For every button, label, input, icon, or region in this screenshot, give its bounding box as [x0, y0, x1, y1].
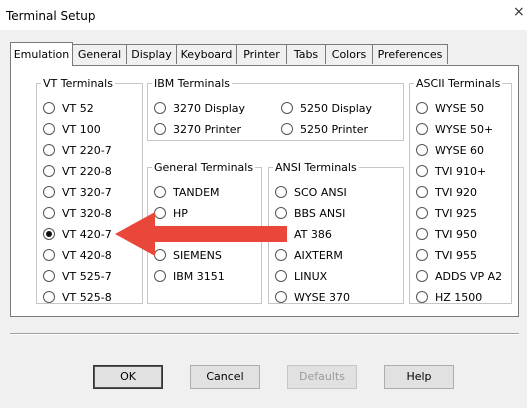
radio-vt-220-8[interactable]: VT 220-8: [43, 163, 112, 179]
radio-circle[interactable]: [43, 123, 55, 135]
radio-circle[interactable]: [416, 270, 428, 282]
ansi-terminals-legend: ANSI Terminals: [275, 161, 357, 174]
radio-circle[interactable]: [416, 123, 428, 135]
radio-circle[interactable]: [416, 207, 428, 219]
close-icon[interactable]: ×: [513, 4, 527, 20]
radio-5250-display[interactable]: 5250 Display: [281, 100, 372, 116]
radio-tvi-910-plus[interactable]: TVI 910+: [416, 163, 486, 179]
emulation-panel: VT Terminals VT 52 VT 100 VT 220-7 VT 22…: [10, 65, 519, 317]
radio-hz-1500[interactable]: HZ 1500: [416, 289, 482, 305]
tab-tabs[interactable]: Tabs: [286, 44, 326, 64]
radio-ibm-3151[interactable]: IBM 3151: [154, 268, 225, 284]
radio-circle[interactable]: [43, 291, 55, 303]
radio-circle[interactable]: [43, 165, 55, 177]
radio-linux[interactable]: LINUX: [275, 268, 327, 284]
radio-circle[interactable]: [43, 270, 55, 282]
tab-preferences[interactable]: Preferences: [372, 44, 448, 64]
tab-keyboard[interactable]: Keyboard: [176, 44, 237, 64]
ok-button[interactable]: OK: [93, 365, 163, 389]
radio-vt-220-7[interactable]: VT 220-7: [43, 142, 112, 158]
radio-circle[interactable]: [275, 270, 287, 282]
ascii-terminals-group: ASCII Terminals WYSE 50 WYSE 50+ WYSE 60…: [409, 77, 512, 304]
radio-circle[interactable]: [275, 291, 287, 303]
radio-circle[interactable]: [416, 102, 428, 114]
radio-circle[interactable]: [43, 249, 55, 261]
radio-circle[interactable]: [43, 207, 55, 219]
radio-vt-420-7[interactable]: VT 420-7: [43, 226, 112, 242]
radio-adds-vp-a2[interactable]: ADDS VP A2: [416, 268, 502, 284]
radio-wyse-370[interactable]: WYSE 370: [275, 289, 350, 305]
radio-circle[interactable]: [281, 102, 293, 114]
radio-circle[interactable]: [281, 123, 293, 135]
radio-circle[interactable]: [43, 144, 55, 156]
radio-circle[interactable]: [416, 249, 428, 261]
ibm-terminals-legend: IBM Terminals: [154, 77, 230, 90]
radio-5250-printer[interactable]: 5250 Printer: [281, 121, 368, 137]
ascii-terminals-legend: ASCII Terminals: [416, 77, 501, 90]
help-button[interactable]: Help: [384, 365, 454, 389]
radio-tvi-920[interactable]: TVI 920: [416, 184, 477, 200]
general-terminals-legend: General Terminals: [154, 161, 254, 174]
radio-vt-52[interactable]: VT 52: [43, 100, 94, 116]
radio-wyse-60[interactable]: WYSE 60: [416, 142, 484, 158]
separator: [10, 333, 519, 335]
tab-printer[interactable]: Printer: [236, 44, 287, 64]
radio-circle[interactable]: [416, 165, 428, 177]
radio-circle[interactable]: [416, 144, 428, 156]
radio-tvi-950[interactable]: TVI 950: [416, 226, 477, 242]
radio-sco-ansi[interactable]: SCO ANSI: [275, 184, 347, 200]
tab-general[interactable]: General: [72, 44, 127, 64]
radio-vt-525-7[interactable]: VT 525-7: [43, 268, 112, 284]
ibm-terminals-group: IBM Terminals 3270 Display 5250 Display …: [147, 77, 404, 141]
radio-wyse-50[interactable]: WYSE 50: [416, 100, 484, 116]
radio-vt-525-8[interactable]: VT 525-8: [43, 289, 112, 305]
tab-colors[interactable]: Colors: [325, 44, 373, 64]
radio-vt-320-7[interactable]: VT 320-7: [43, 184, 112, 200]
radio-circle[interactable]: [43, 186, 55, 198]
cancel-button[interactable]: Cancel: [190, 365, 260, 389]
annotation-arrow-icon: [115, 212, 287, 256]
radio-tvi-925[interactable]: TVI 925: [416, 205, 477, 221]
title-bar: Terminal Setup ×: [0, 0, 527, 30]
vt-terminals-group: VT Terminals VT 52 VT 100 VT 220-7 VT 22…: [36, 77, 143, 304]
radio-circle[interactable]: [43, 102, 55, 114]
radio-3270-printer[interactable]: 3270 Printer: [154, 121, 241, 137]
radio-circle[interactable]: [154, 102, 166, 114]
radio-3270-display[interactable]: 3270 Display: [154, 100, 245, 116]
vt-terminals-legend: VT Terminals: [43, 77, 113, 90]
tab-display[interactable]: Display: [126, 44, 177, 64]
radio-circle[interactable]: [154, 123, 166, 135]
radio-circle[interactable]: [154, 186, 166, 198]
radio-tvi-955[interactable]: TVI 955: [416, 247, 477, 263]
radio-circle-selected[interactable]: [43, 228, 55, 240]
radio-circle[interactable]: [416, 291, 428, 303]
defaults-button: Defaults: [287, 365, 357, 389]
window-title: Terminal Setup: [6, 9, 96, 23]
radio-circle[interactable]: [416, 186, 428, 198]
radio-vt-100[interactable]: VT 100: [43, 121, 101, 137]
radio-vt-420-8[interactable]: VT 420-8: [43, 247, 112, 263]
tab-emulation[interactable]: Emulation: [10, 42, 73, 66]
radio-vt-320-8[interactable]: VT 320-8: [43, 205, 112, 221]
radio-circle[interactable]: [416, 228, 428, 240]
radio-tandem[interactable]: TANDEM: [154, 184, 220, 200]
annotation-arrow-shape: [115, 212, 287, 256]
radio-wyse-50-plus[interactable]: WYSE 50+: [416, 121, 493, 137]
radio-circle[interactable]: [154, 270, 166, 282]
radio-circle[interactable]: [275, 186, 287, 198]
